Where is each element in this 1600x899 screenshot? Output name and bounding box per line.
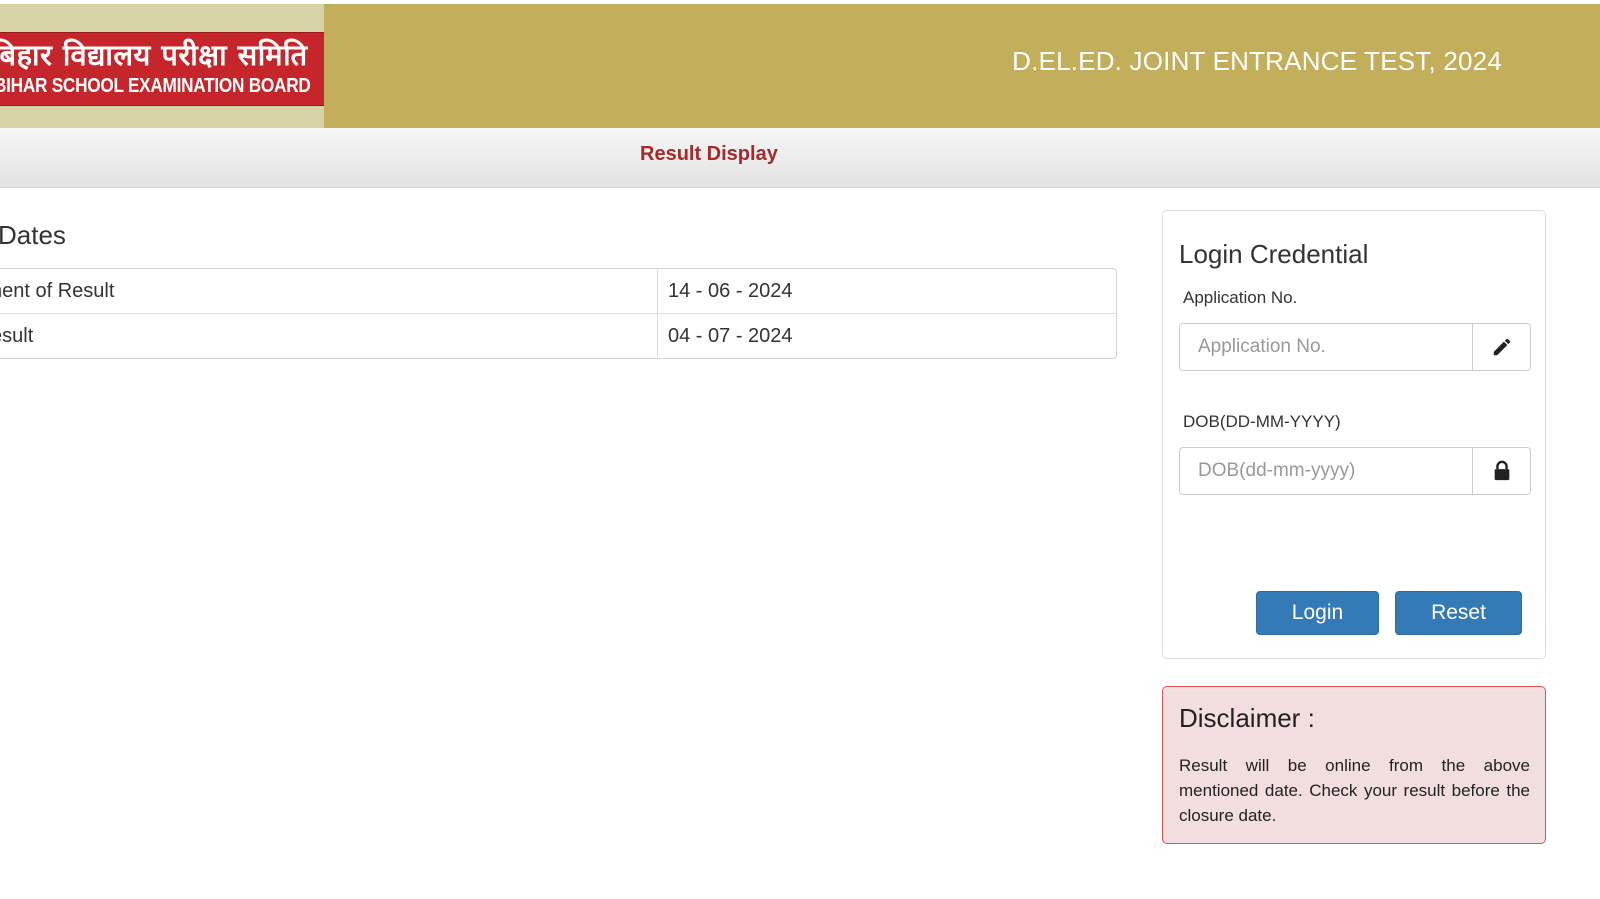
application-no-label: Application No. xyxy=(1183,288,1298,307)
nav-result-display-link[interactable]: Result Display xyxy=(640,143,778,166)
disclaimer-box: Disclaimer : Result will be online from … xyxy=(1162,686,1546,844)
date-label: nent of Result xyxy=(0,279,115,302)
logo-band: बिहार विद्यालय परीक्षा समिति BIHAR SCHOO… xyxy=(0,32,324,106)
dob-label: DOB(DD-MM-YYYY) xyxy=(1183,412,1341,431)
date-value: 04 - 07 - 2024 xyxy=(658,313,1116,358)
reset-button[interactable]: Reset xyxy=(1395,591,1522,635)
dob-input[interactable] xyxy=(1180,448,1474,494)
page: बिहार विद्यालय परीक्षा समिति BIHAR SCHOO… xyxy=(0,0,1600,899)
login-panel: Login Credential Application No. DOB(DD-… xyxy=(1162,210,1546,659)
disclaimer-text: Result will be online from the above men… xyxy=(1179,756,1530,825)
date-label: esult xyxy=(0,324,34,347)
login-title: Login Credential xyxy=(1179,239,1369,269)
dates-table: nent of Result 14 - 06 - 2024 esult 04 -… xyxy=(0,268,1117,359)
table-row: nent of Result 14 - 06 - 2024 xyxy=(0,269,1116,313)
date-label-cell: nent of Result xyxy=(0,269,658,313)
date-label-cell: esult xyxy=(0,313,658,358)
pencil-icon xyxy=(1472,324,1530,370)
application-no-input[interactable] xyxy=(1180,324,1474,370)
logo-hindi-text: बिहार विद्यालय परीक्षा समिति xyxy=(0,38,308,72)
table-row: esult 04 - 07 - 2024 xyxy=(0,313,1116,358)
dates-heading: Dates xyxy=(0,220,66,250)
exam-title: D.EL.ED. JOINT ENTRANCE TEST, 2024 xyxy=(1012,46,1502,76)
nav-bar: Result Display xyxy=(0,128,1600,188)
board-logo: बिहार विद्यालय परीक्षा समिति BIHAR SCHOO… xyxy=(0,4,324,128)
login-button[interactable]: Login xyxy=(1256,591,1379,635)
application-no-group xyxy=(1179,323,1531,371)
dob-group xyxy=(1179,447,1531,495)
lock-icon xyxy=(1472,448,1530,494)
date-value: 14 - 06 - 2024 xyxy=(668,279,793,302)
site-header: बिहार विद्यालय परीक्षा समिति BIHAR SCHOO… xyxy=(0,4,1600,128)
disclaimer-title: Disclaimer : xyxy=(1179,703,1315,733)
logo-english-text: BIHAR SCHOOL EXAMINATION BOARD xyxy=(0,75,311,97)
